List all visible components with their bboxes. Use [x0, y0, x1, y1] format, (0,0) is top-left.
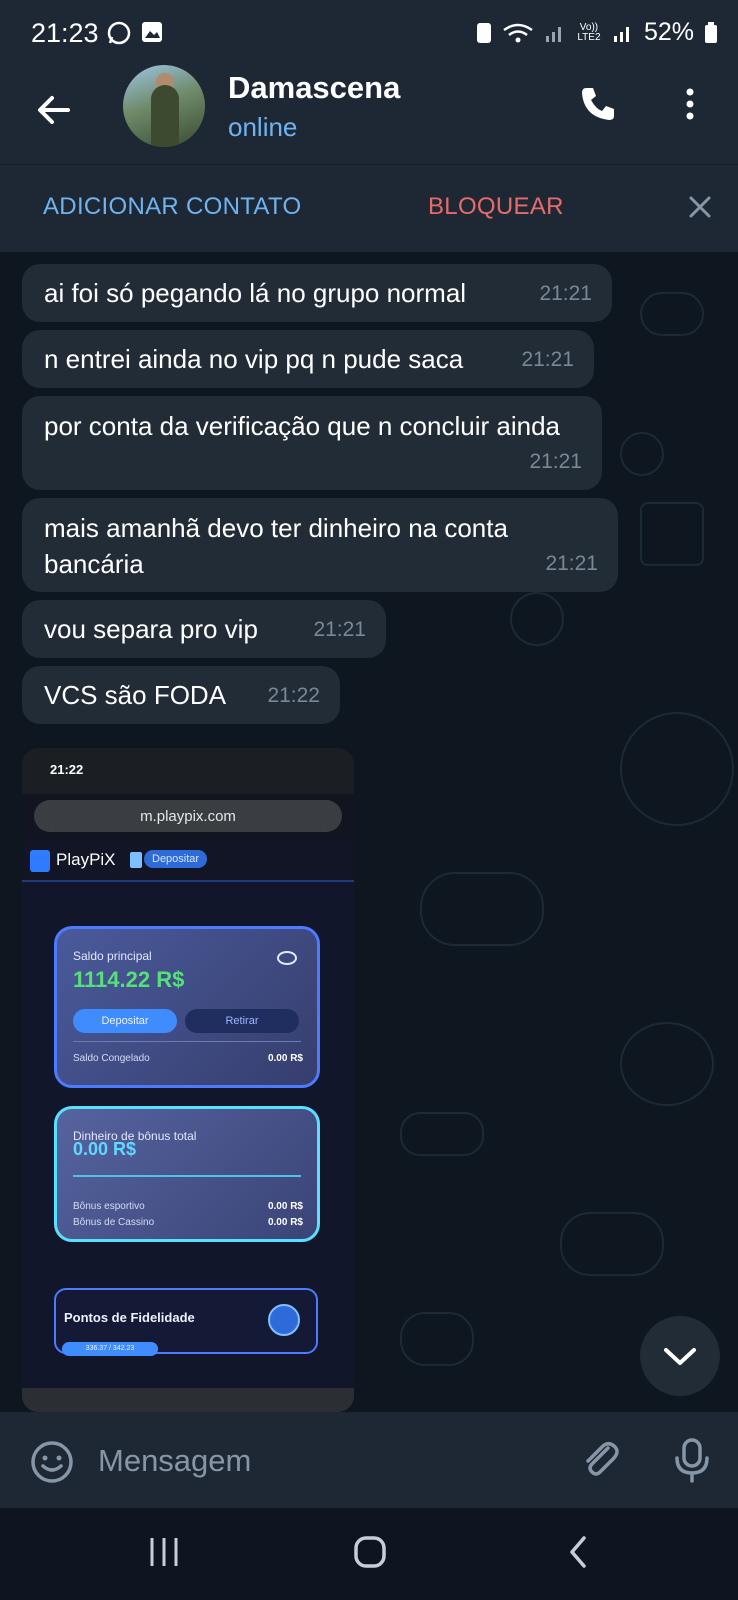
- message-bubble[interactable]: vou separa pro vip 21:21: [22, 600, 386, 658]
- back-arrow-icon[interactable]: [34, 90, 74, 130]
- photo-time: 21:22: [50, 762, 84, 777]
- main-balance-amount: 1114.22 R$: [73, 967, 185, 992]
- photo-main-balance-card: Saldo principal 1114.22 R$ Depositar Ret…: [54, 926, 320, 1088]
- close-icon[interactable]: [688, 195, 712, 219]
- eye-icon: [277, 951, 297, 965]
- status-right: Vo)) LTE2 52%: [476, 18, 718, 47]
- status-bar: 21:23 Vo)) LTE2 52%: [0, 0, 738, 64]
- chevron-down-icon: [664, 1348, 696, 1365]
- message-time: 21:21: [521, 348, 574, 371]
- battery-percent: 52%: [643, 18, 694, 46]
- wallpaper-doodle: [640, 502, 704, 566]
- frozen-label: Saldo Congelado: [73, 1053, 150, 1064]
- contact-status: online: [228, 112, 298, 142]
- wallpaper-doodle: [510, 592, 564, 646]
- status-left-icons: [106, 20, 164, 46]
- frozen-value: 0.00 R$: [267, 1053, 303, 1064]
- photo-url: m.playpix.com: [140, 808, 236, 825]
- system-nav-bar: [0, 1508, 738, 1600]
- nfc-icon: [476, 22, 491, 43]
- sports-bonus-value: 0.00 R$: [267, 1201, 303, 1212]
- casino-bonus-value: 0.00 R$: [267, 1217, 303, 1228]
- message-bubble[interactable]: VCS são FODA 21:22: [22, 666, 340, 724]
- photo-deposit-chip: Depositar: [144, 850, 208, 868]
- message-text: n entrei ainda no vip pq n pude saca: [44, 344, 464, 374]
- photo-site-nav: PlayPiX Depositar: [22, 840, 354, 882]
- loyalty-progress: 336.37 / 342.23: [62, 1342, 158, 1356]
- wallpaper-doodle: [620, 1022, 714, 1106]
- avatar[interactable]: [123, 65, 205, 147]
- home-icon[interactable]: [352, 1534, 388, 1570]
- shield-icon: [268, 1304, 300, 1336]
- message-text: por conta da verificação que n concluir …: [44, 411, 560, 441]
- status-time: 21:23: [31, 18, 99, 48]
- bonus-amount: 0.00 R$: [73, 1139, 137, 1159]
- photo-withdraw-button: Retirar: [185, 1009, 299, 1033]
- photo-deposit-button: Depositar: [73, 1009, 177, 1033]
- scroll-down-button[interactable]: [640, 1316, 720, 1396]
- wifi-icon: [503, 23, 533, 42]
- network-label: Vo)) LTE2: [577, 21, 601, 43]
- photo-brand: PlayPiX: [56, 850, 116, 869]
- wallpaper-doodle: [620, 432, 664, 476]
- message-bubble[interactable]: ai foi só pegando lá no grupo normal 21:…: [22, 264, 612, 322]
- whatsapp-icon: [107, 21, 131, 45]
- wallpaper-doodle: [620, 712, 734, 826]
- message-bubble[interactable]: n entrei ainda no vip pq n pude saca 21:…: [22, 330, 594, 388]
- wallpaper-doodle: [400, 1312, 474, 1366]
- message-time: 21:22: [267, 684, 320, 707]
- contact-action-bar: ADICIONAR CONTATO BLOQUEAR: [0, 164, 738, 253]
- more-vert-icon[interactable]: [680, 84, 700, 124]
- photo-message[interactable]: 21:22 m.playpix.com PlayPiX Depositar Sa…: [22, 748, 354, 1412]
- wallpaper-doodle: [640, 292, 704, 336]
- photo-status-bar: 21:22: [22, 748, 354, 794]
- message-time: 21:21: [545, 552, 598, 575]
- message-text: vou separa pro vip: [44, 614, 258, 644]
- emoji-icon[interactable]: [30, 1440, 74, 1484]
- battery-icon: [705, 21, 717, 43]
- loyalty-label: Pontos de Fidelidade: [64, 1310, 195, 1325]
- message-text: VCS são FODA: [44, 680, 227, 710]
- attach-icon[interactable]: [578, 1438, 622, 1482]
- photo-bonus-card: Dinheiro de bônus total 0.00 R$ Bônus es…: [54, 1106, 320, 1242]
- message-time: 21:21: [529, 450, 582, 473]
- recent-apps-icon[interactable]: [148, 1536, 180, 1568]
- chat-header: Damascena online: [0, 64, 738, 164]
- contact-name[interactable]: Damascena: [228, 70, 400, 106]
- add-contact-button[interactable]: ADICIONAR CONTATO: [43, 193, 301, 221]
- gallery-icon: [142, 22, 162, 42]
- playpix-logo-icon: [30, 850, 50, 872]
- divider: [73, 1175, 301, 1177]
- message-input[interactable]: [96, 1440, 560, 1482]
- photo-browser-toolbar: [22, 1388, 354, 1412]
- message-text: ai foi só pegando lá no grupo normal: [44, 278, 467, 308]
- gift-icon: [130, 852, 142, 868]
- message-time: 21:21: [539, 282, 592, 305]
- message-bubble[interactable]: mais amanhã devo ter dinheiro na conta b…: [22, 498, 618, 592]
- message-bubble[interactable]: por conta da verificação que n concluir …: [22, 396, 602, 490]
- mic-icon[interactable]: [672, 1436, 712, 1484]
- divider: [73, 1041, 301, 1042]
- photo-url-bar: m.playpix.com: [34, 800, 342, 832]
- main-balance-label: Saldo principal: [73, 949, 152, 963]
- sports-bonus-label: Bônus esportivo: [73, 1201, 145, 1212]
- nav-back-icon[interactable]: [566, 1534, 590, 1570]
- phone-icon[interactable]: [578, 84, 618, 124]
- signal-icon-2: [613, 26, 629, 42]
- casino-bonus-label: Bônus de Cassino: [73, 1217, 155, 1228]
- signal-icon: [545, 26, 561, 42]
- wallpaper-doodle: [420, 872, 544, 946]
- block-button[interactable]: BLOQUEAR: [428, 193, 564, 221]
- wallpaper-doodle: [560, 1212, 664, 1276]
- chat-area[interactable]: ai foi só pegando lá no grupo normal 21:…: [0, 252, 738, 1412]
- message-time: 21:21: [313, 618, 366, 641]
- wallpaper-doodle: [400, 1112, 484, 1156]
- message-text: mais amanhã devo ter dinheiro na conta b…: [44, 513, 508, 579]
- message-composer: [0, 1412, 738, 1508]
